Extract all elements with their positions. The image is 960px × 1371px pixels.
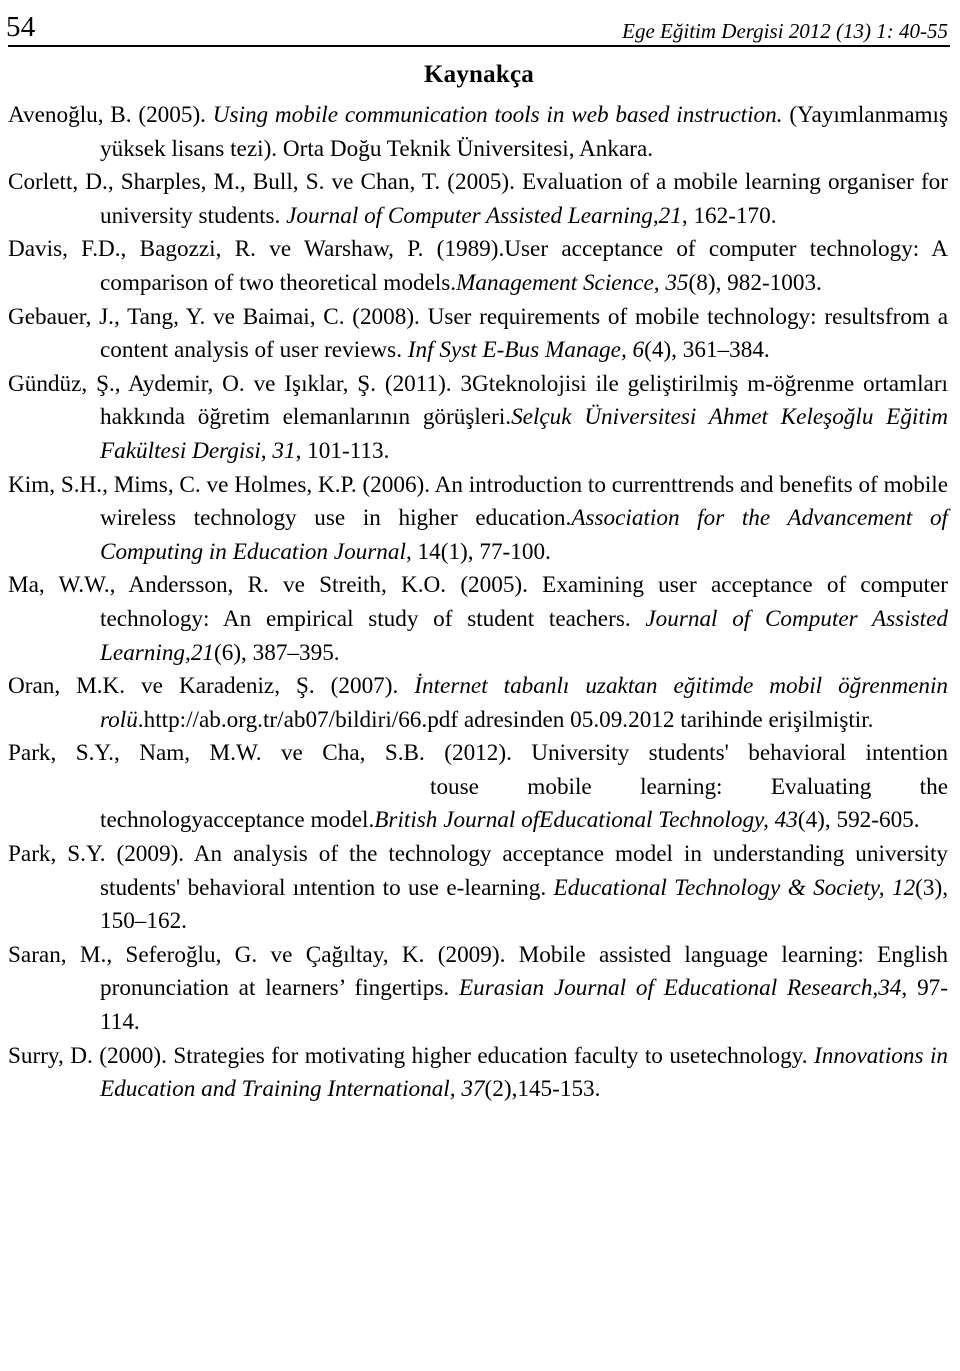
reference-source-italic: British Journal ofEducational Technology… bbox=[374, 807, 798, 834]
reference-entry-avenoglu: Avenoğlu, B. (2005). Using mobile commun… bbox=[8, 99, 948, 166]
reference-entry-oran: Oran, M.K. ve Karadeniz, Ş. (2007). İnte… bbox=[8, 670, 948, 737]
reference-rest: (6), 387–395. bbox=[214, 639, 340, 666]
reference-entry-ma: Ma, W.W., Andersson, R. ve Streith, K.O.… bbox=[8, 569, 948, 670]
reference-rest: (4), 361–384. bbox=[644, 337, 770, 364]
reference-rest: , 14(1), 77-100. bbox=[405, 538, 551, 565]
document-page: 54 Ege Eğitim Dergisi 2012 (13) 1: 40-55… bbox=[0, 0, 960, 1371]
reference-rest: , 162-170. bbox=[681, 202, 777, 229]
reference-rest: .http://ab.org.tr/ab07/bildiri/66.pdf ad… bbox=[137, 706, 874, 733]
reference-author-year: Surry, D. (2000). Strategies for motivat… bbox=[8, 1042, 815, 1069]
reference-entry-gebauer: Gebauer, J., Tang, Y. ve Baimai, C. (200… bbox=[8, 301, 948, 368]
page-number: 54 bbox=[6, 11, 36, 43]
reference-author-year: Oran, M.K. ve Karadeniz, Ş. (2007). bbox=[8, 673, 415, 700]
reference-title-italic: Using mobile communication tools in web … bbox=[212, 102, 783, 128]
reference-source-italic: Inf Syst E-Bus Manage, 6 bbox=[407, 337, 645, 364]
reference-source-italic: Management Science, 35 bbox=[456, 269, 689, 296]
reference-entry-davis: Davis, F.D., Bagozzi, R. ve Warshaw, P. … bbox=[8, 233, 948, 300]
reference-source-italic: Eurasian Journal of Educational Research… bbox=[459, 975, 902, 1002]
reference-author-year: Park, S.Y., Nam, M.W. ve Cha, S.B. (2012… bbox=[8, 740, 948, 767]
reference-rest: , 101-113. bbox=[295, 437, 390, 464]
reference-source-italic: Educational Technology & Society, 12 bbox=[553, 874, 916, 901]
reference-rest: (8), 982-1003. bbox=[688, 269, 822, 296]
reference-entry-saran: Saran, M., Seferoğlu, G. ve Çağıltay, K.… bbox=[8, 939, 948, 1040]
reference-list: Avenoğlu, B. (2005). Using mobile commun… bbox=[6, 99, 952, 1107]
reference-source-italic: Journal of Computer Assisted Learning,21 bbox=[286, 202, 682, 229]
reference-entry-corlett: Corlett, D., Sharples, M., Bull, S. ve C… bbox=[8, 166, 948, 233]
reference-author-year: Avenoğlu, B. (2005). bbox=[8, 102, 213, 128]
section-heading: Kaynakça bbox=[424, 61, 534, 88]
reference-entry-park-2012: Park, S.Y., Nam, M.W. ve Cha, S.B. (2012… bbox=[8, 737, 948, 838]
journal-running-title: Ege Eğitim Dergisi 2012 (13) 1: 40-55 bbox=[622, 19, 948, 43]
reference-entry-surry: Surry, D. (2000). Strategies for motivat… bbox=[8, 1040, 948, 1107]
reference-rest: (2),145-153. bbox=[484, 1076, 601, 1103]
reference-entry-gunduz: Gündüz, Ş., Aydemir, O. ve Işıklar, Ş. (… bbox=[8, 368, 948, 469]
reference-rest: (4), 592-605. bbox=[797, 807, 920, 834]
reference-entry-park-2009: Park, S.Y. (2009). An analysis of the te… bbox=[8, 838, 948, 939]
header-rule bbox=[8, 45, 950, 47]
reference-entry-kim: Kim, S.H., Mims, C. ve Holmes, K.P. (200… bbox=[8, 469, 948, 570]
running-head: 54 Ege Eğitim Dergisi 2012 (13) 1: 40-55 bbox=[6, 0, 952, 42]
